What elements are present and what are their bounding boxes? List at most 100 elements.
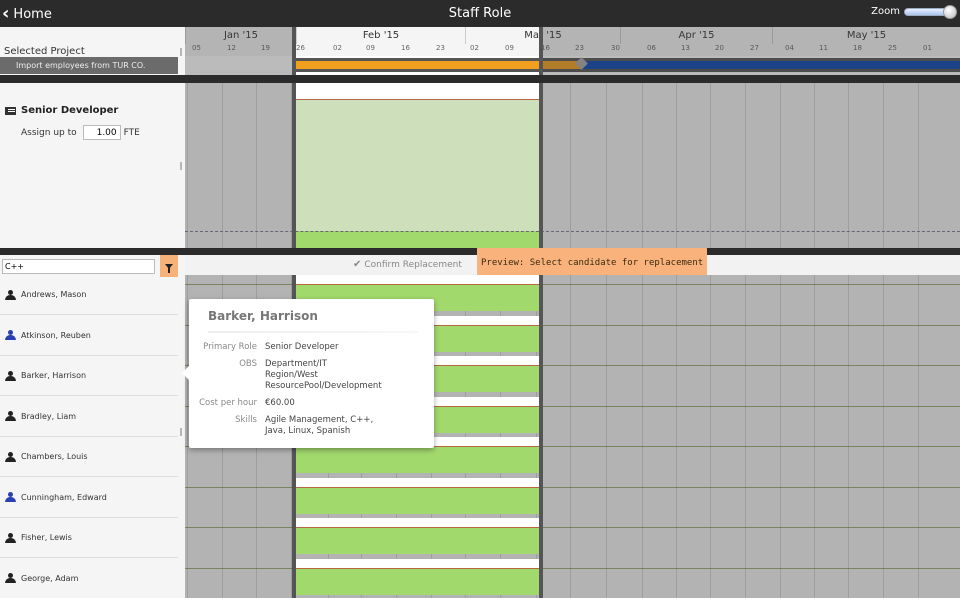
zoom-control: Zoom xyxy=(871,4,957,19)
fte-unit: FTE xyxy=(123,127,140,138)
confirm-label: Confirm Replacement xyxy=(364,259,462,270)
tooltip-value-line: Senior Developer xyxy=(265,342,339,352)
tooltip-value-line: ResourcePool/Development xyxy=(265,381,382,391)
project-remaining-bar[interactable] xyxy=(582,61,960,69)
day-label: 19 xyxy=(261,44,270,52)
capacity-line xyxy=(540,567,960,569)
resource-list-item[interactable]: Bradley, Liam xyxy=(0,397,178,437)
capacity-line xyxy=(185,567,296,569)
day-label: 09 xyxy=(366,44,375,52)
fte-input[interactable] xyxy=(82,125,121,140)
allocation-bar[interactable] xyxy=(296,447,540,473)
range-end-line[interactable] xyxy=(539,83,543,248)
week-gridline xyxy=(676,83,677,248)
week-gridline xyxy=(606,83,607,248)
range-start-line[interactable] xyxy=(292,27,296,75)
home-label: Home xyxy=(13,6,52,22)
week-gridline xyxy=(570,83,571,248)
person-icon xyxy=(5,532,16,543)
resource-name: Barker, Harrison xyxy=(21,371,87,380)
allocation-area[interactable] xyxy=(296,100,540,231)
tooltip-field-value: Agile Management, C++, Java, Linux, Spani… xyxy=(265,415,373,437)
range-start-line[interactable] xyxy=(292,83,296,248)
splitter-grip-icon[interactable]: ‖ xyxy=(179,427,183,436)
splitter-grip-icon[interactable]: ‖ xyxy=(179,161,183,170)
resource-name: Fisher, Lewis xyxy=(21,533,72,542)
day-header: 05 12 19 26 02 09 16 23 02 09 16 23 30 06 13 20 27 04 11 18… xyxy=(185,44,960,56)
week-gridline xyxy=(256,83,257,248)
preview-banner: Preview: Select candidate for replacemen… xyxy=(477,248,708,275)
resource-allocation-row[interactable] xyxy=(185,558,960,598)
resource-tooltip: Barker, Harrison Primary Role Senior Deve… xyxy=(182,299,434,448)
resource-allocation-row[interactable] xyxy=(185,477,960,518)
capacity-line xyxy=(185,527,296,528)
resource-list-item[interactable]: Atkinson, Reuben xyxy=(0,316,178,356)
tooltip-field-label: OBS xyxy=(239,359,257,369)
capacity-line xyxy=(185,486,296,488)
capacity-line xyxy=(540,365,960,366)
month-label: Feb '15 xyxy=(296,27,465,44)
month-label: Jan '15 xyxy=(185,27,296,44)
range-end-line[interactable] xyxy=(539,27,543,75)
splitter-grip-icon[interactable]: ‖ xyxy=(179,47,183,56)
checkmark-icon: ✔ xyxy=(353,259,362,270)
tooltip-name: Barker, Harrison xyxy=(208,309,318,323)
free-capacity xyxy=(296,275,540,284)
role-card-icon xyxy=(5,106,16,115)
free-capacity xyxy=(296,558,540,568)
tooltip-value-line: Agile Management, C++, xyxy=(265,415,374,425)
capacity-line xyxy=(540,324,960,326)
resource-name: Chambers, Louis xyxy=(21,452,88,461)
day-label: 30 xyxy=(611,44,620,52)
week-gridline xyxy=(814,83,815,248)
person-icon xyxy=(5,370,16,381)
capacity-line xyxy=(540,527,960,528)
allocation-bar[interactable] xyxy=(296,568,540,595)
range-end-line[interactable] xyxy=(539,275,543,598)
resource-list-item[interactable]: Andrews, Mason xyxy=(0,275,178,315)
role-title: Senior Developer xyxy=(5,105,118,116)
week-gridline xyxy=(187,83,188,248)
day-label: 27 xyxy=(750,44,759,52)
tooltip-field: Skills Agile Management, C++, Java, Linux,… xyxy=(189,415,373,437)
tooltip-field-value: Senior Developer xyxy=(265,342,339,353)
person-icon xyxy=(5,330,16,340)
role-name: Senior Developer xyxy=(21,105,119,116)
project-bar-row xyxy=(185,56,960,75)
separator xyxy=(0,75,960,83)
day-label: 26 xyxy=(296,44,305,52)
resource-list-item[interactable]: George, Adam xyxy=(0,559,178,598)
tooltip-field-value: Department/IT Region/West ResourcePool/Dev… xyxy=(265,359,382,392)
tooltip-field-value: €60.00 xyxy=(265,398,295,409)
person-icon xyxy=(5,451,16,462)
assign-label: Assign up to xyxy=(21,127,77,138)
week-gridline xyxy=(642,83,643,248)
resource-name: Andrews, Mason xyxy=(21,290,87,299)
week-gridline xyxy=(883,83,884,248)
confirm-replacement-button[interactable]: ✔ Confirm Replacement xyxy=(353,259,462,270)
person-icon xyxy=(5,573,16,583)
project-name[interactable]: Import employees from TUR CO. xyxy=(0,57,178,74)
resource-list-item[interactable]: Barker, Harrison xyxy=(0,356,178,396)
tooltip-field-label: Primary Role xyxy=(203,342,257,352)
resource-list-item[interactable]: Fisher, Lewis xyxy=(0,518,178,558)
allocation-bar[interactable] xyxy=(296,528,540,554)
filter-button[interactable] xyxy=(160,255,178,277)
tooltip-value-line: Department/IT xyxy=(265,359,327,369)
person-icon xyxy=(5,411,16,421)
zoom-slider[interactable] xyxy=(904,4,957,19)
resource-list-item[interactable]: Chambers, Louis xyxy=(0,437,178,477)
resource-list-item[interactable]: Cunningham, Edward xyxy=(0,478,178,518)
week-gridline xyxy=(710,83,711,248)
capacity-line xyxy=(540,284,960,285)
week-gridline xyxy=(745,83,746,248)
week-gridline xyxy=(918,83,919,248)
assigned-allocation[interactable] xyxy=(296,231,540,248)
home-button[interactable]: ‹ Home xyxy=(2,4,52,24)
resource-allocation-row[interactable] xyxy=(185,518,960,558)
month-label: Apr '15 xyxy=(620,27,772,44)
tooltip-field: Cost per hour €60.00 xyxy=(189,398,295,409)
zoom-slider-handle[interactable] xyxy=(943,4,957,19)
skill-search-input[interactable] xyxy=(2,259,155,274)
allocation-bar[interactable] xyxy=(296,487,540,514)
